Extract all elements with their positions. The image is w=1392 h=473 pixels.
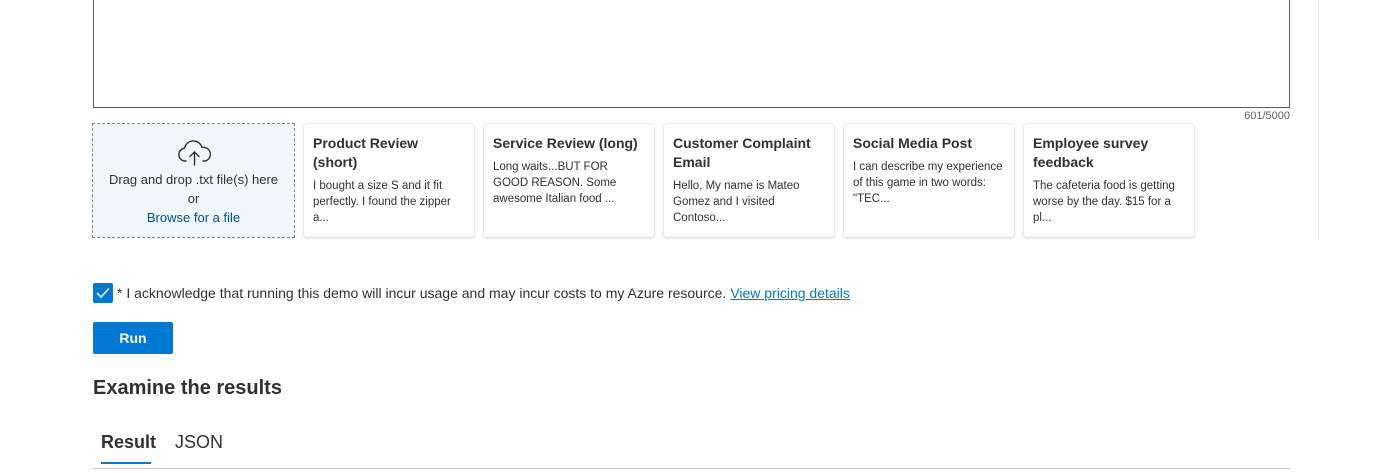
browse-file-link[interactable]: Browse for a file: [93, 210, 294, 225]
tabs-divider: [93, 468, 1290, 469]
character-count: 601/5000: [1244, 110, 1290, 122]
drag-drop-label: Drag and drop .txt file(s) here: [108, 172, 279, 187]
results-heading: Examine the results: [93, 377, 282, 399]
sample-card-product-review[interactable]: Product Review (short) I bought a size S…: [304, 124, 474, 237]
sample-card-preview: I bought a size S and it fit perfectly. …: [313, 180, 451, 224]
panel-divider: [1318, 0, 1319, 240]
or-label: or: [187, 191, 200, 206]
active-tab-indicator: [101, 462, 151, 464]
sample-card-preview: Hello, My name is Mateo Gomez and I visi…: [673, 180, 800, 224]
sample-card-title: Employee survey feedback: [1033, 135, 1149, 170]
file-drop-zone[interactable]: Drag and drop .txt file(s) here or Brows…: [92, 123, 295, 238]
run-button[interactable]: Run: [93, 322, 173, 354]
acknowledge-row: * I acknowledge that running this demo w…: [93, 283, 850, 303]
sample-card-social-media[interactable]: Social Media Post I can describe my expe…: [844, 124, 1014, 237]
tab-json[interactable]: JSON: [175, 432, 223, 453]
sample-card-title: Social Media Post: [853, 135, 973, 151]
sample-card-preview: The cafeteria food is getting worse by t…: [1033, 180, 1175, 224]
results-tabs: Result JSON: [93, 430, 1290, 473]
sample-card-title: Customer Complaint Email: [673, 135, 811, 170]
text-input-area[interactable]: [93, 0, 1290, 108]
sample-card-title: Product Review (short): [313, 135, 419, 170]
sample-card-customer-complaint[interactable]: Customer Complaint Email Hello, My name …: [664, 124, 834, 237]
sample-card-service-review[interactable]: Service Review (long) Long waits...BUT F…: [484, 124, 654, 237]
checkmark-icon: [96, 288, 110, 298]
sample-card-title: Service Review (long): [493, 135, 638, 151]
view-pricing-link[interactable]: View pricing details: [730, 285, 850, 301]
sample-card-preview: Long waits...BUT FOR GOOD REASON. Some a…: [493, 161, 617, 205]
acknowledge-checkbox[interactable]: [93, 283, 113, 303]
tab-result[interactable]: Result: [101, 432, 156, 453]
acknowledge-text: * I acknowledge that running this demo w…: [117, 285, 727, 301]
sample-card-employee-survey[interactable]: Employee survey feedback The cafeteria f…: [1024, 124, 1194, 237]
sample-card-preview: I can describe my experience of this gam…: [853, 161, 1003, 205]
cloud-upload-icon: [176, 140, 213, 167]
